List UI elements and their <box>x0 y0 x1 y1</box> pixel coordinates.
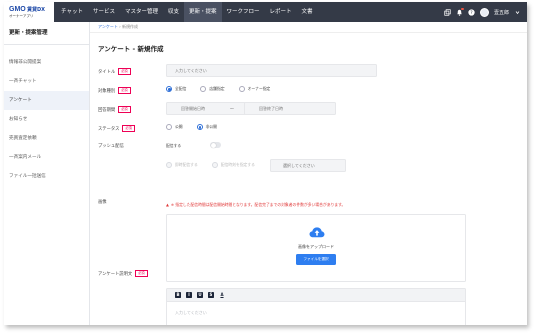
breadcrumb-separator: › <box>119 24 121 29</box>
avatar[interactable] <box>479 7 489 17</box>
warning-row: ▲ ※ 指定した配信時間は配信開始時間となります。配信完了までの対象者の件数が多… <box>166 202 345 208</box>
required-badge: 必須 <box>135 270 148 277</box>
breadcrumb-current: 新規作成 <box>122 24 139 29</box>
nav-documents[interactable]: 文書 <box>297 2 318 22</box>
push-toggle-label: 配信する <box>166 143 182 148</box>
logo-subtitle: オーナーアプリ <box>9 14 34 18</box>
sidebar-item-private-proposal[interactable]: 情報非公開提案 <box>4 53 89 72</box>
image-label: 画像 <box>98 200 107 205</box>
required-badge: 必須 <box>118 87 131 94</box>
status-option-private[interactable]: 非公開 <box>196 124 217 130</box>
sidebar-item-sale-appraisal[interactable]: 売買査定依頼 <box>4 129 89 148</box>
strikethrough-button[interactable]: S <box>208 292 214 298</box>
required-badge: 必須 <box>122 125 135 132</box>
period-label: 回答期間 <box>98 107 116 113</box>
radio-icon[interactable] <box>200 86 207 92</box>
warning-text: ※ 指定した配信時間は配信開始時間となります。配信完了までの対象者の件数が多い場… <box>170 202 346 207</box>
target-option-all[interactable]: 全配信 <box>166 86 186 92</box>
main-content: アンケート › 新規作成 アンケート - 新規作成 タイトル 必須 対象種別 必… <box>90 22 527 325</box>
sidebar-item-bulk-file[interactable]: ファイル一括送信 <box>4 167 89 186</box>
radio-icon[interactable] <box>166 162 172 168</box>
target-radio-group: 全配信 店舗指定 オーナー指定 <box>166 86 270 92</box>
period-separator: 〜 <box>230 106 234 111</box>
target-label: 対象種別 <box>98 88 116 94</box>
text-color-button[interactable]: A <box>219 292 225 298</box>
breadcrumb-parent[interactable]: アンケート <box>98 24 118 29</box>
sidebar-title: 更新・提案管理 <box>4 22 89 45</box>
nav-service[interactable]: サービス <box>88 2 120 22</box>
required-badge: 必須 <box>118 106 131 113</box>
title-label-row: タイトル 必須 <box>98 68 131 75</box>
page-title: アンケート - 新規作成 <box>98 45 164 53</box>
radio-selected-icon[interactable] <box>196 124 203 130</box>
period-end-input[interactable] <box>244 102 336 115</box>
nav-income[interactable]: 収支 <box>163 2 184 22</box>
push-toggle[interactable] <box>210 142 221 148</box>
warning-icon: ▲ <box>166 202 169 207</box>
rich-text-editor: B I U S A 入力してください <box>166 288 466 325</box>
main-nav: チャット サービス マスター管理 収支 更新・提案 ワークフロー レポート 文書 <box>56 2 318 22</box>
app-window: GMO 賃貸DX オーナーアプリ チャット サービス マスター管理 収支 更新・… <box>4 2 527 325</box>
radio-icon[interactable] <box>211 162 218 168</box>
body-label: アンケート説明文 <box>98 271 133 277</box>
status-label: ステータス <box>98 126 120 132</box>
push-label: プッシュ配信 <box>98 144 124 149</box>
title-input[interactable] <box>166 64 377 77</box>
help-icon[interactable]: ? <box>468 8 475 16</box>
status-label-row: ステータス 必須 <box>98 125 135 132</box>
image-upload-area[interactable]: 画像をアップロード ファイルを選択 <box>166 214 466 282</box>
nav-renewal-proposal[interactable]: 更新・提案 <box>184 2 222 22</box>
italic-button[interactable]: I <box>186 292 192 298</box>
status-option-public[interactable]: 公開 <box>166 124 183 130</box>
select-file-button[interactable]: ファイルを選択 <box>296 254 336 265</box>
sidebar-item-notice[interactable]: お知らせ <box>4 110 89 129</box>
radio-icon[interactable] <box>238 86 245 92</box>
target-label-row: 対象種別 必須 <box>98 87 131 94</box>
radio-icon[interactable] <box>166 124 172 130</box>
cloud-upload-icon <box>309 227 325 238</box>
breadcrumb: アンケート › 新規作成 <box>90 22 527 33</box>
push-label-row: プッシュ配信 <box>98 143 124 149</box>
status-radio-group: 公開 非公開 <box>166 124 217 130</box>
header-actions: ? 壹五郎 <box>444 2 521 22</box>
body-label-row: アンケート説明文 必須 <box>98 270 148 277</box>
sidebar-item-bulk-mail[interactable]: 一斉案内メール <box>4 148 89 167</box>
period-label-row: 回答期間 必須 <box>98 106 131 113</box>
sidebar-item-survey[interactable]: アンケート <box>4 91 89 110</box>
underline-button[interactable]: U <box>197 292 203 298</box>
editor-body[interactable]: 入力してください <box>167 302 465 324</box>
copy-icon[interactable] <box>444 8 451 16</box>
title-label: タイトル <box>98 69 116 75</box>
nav-report[interactable]: レポート <box>265 2 297 22</box>
bold-button[interactable]: B <box>175 292 181 298</box>
push-option-scheduled[interactable]: 配信時刻を指定する <box>211 162 255 168</box>
required-badge: 必須 <box>118 68 131 75</box>
bell-icon[interactable] <box>456 7 464 16</box>
push-datetime-input[interactable] <box>270 159 346 172</box>
radio-selected-icon[interactable] <box>166 86 172 92</box>
logo-gmo: GMO <box>9 6 26 13</box>
editor-toolbar: B I U S A <box>167 289 465 302</box>
nav-master[interactable]: マスター管理 <box>120 2 163 22</box>
push-timing-radio-group: 即時配信する 配信時刻を指定する <box>166 162 255 168</box>
app-logo[interactable]: GMO 賃貸DX オーナーアプリ <box>4 2 54 22</box>
image-label-row: 画像 <box>98 199 107 205</box>
sidebar-item-bulk-chat[interactable]: 一斉チャット <box>4 72 89 91</box>
top-navigation-bar: GMO 賃貸DX オーナーアプリ チャット サービス マスター管理 収支 更新・… <box>4 2 527 22</box>
sidebar: 更新・提案管理 情報非公開提案 一斉チャット アンケート お知らせ 売買査定依頼… <box>4 22 90 325</box>
target-option-owner[interactable]: オーナー指定 <box>238 86 270 92</box>
push-option-immediate[interactable]: 即時配信する <box>166 162 198 168</box>
nav-workflow[interactable]: ワークフロー <box>222 2 265 22</box>
target-option-store[interactable]: 店舗指定 <box>200 86 225 92</box>
chevron-down-icon[interactable] <box>514 9 521 16</box>
user-name[interactable]: 壹五郎 <box>494 9 509 16</box>
nav-chat[interactable]: チャット <box>56 2 88 22</box>
upload-text: 画像をアップロード <box>298 244 334 249</box>
logo-brand: 賃貸DX <box>27 7 46 13</box>
